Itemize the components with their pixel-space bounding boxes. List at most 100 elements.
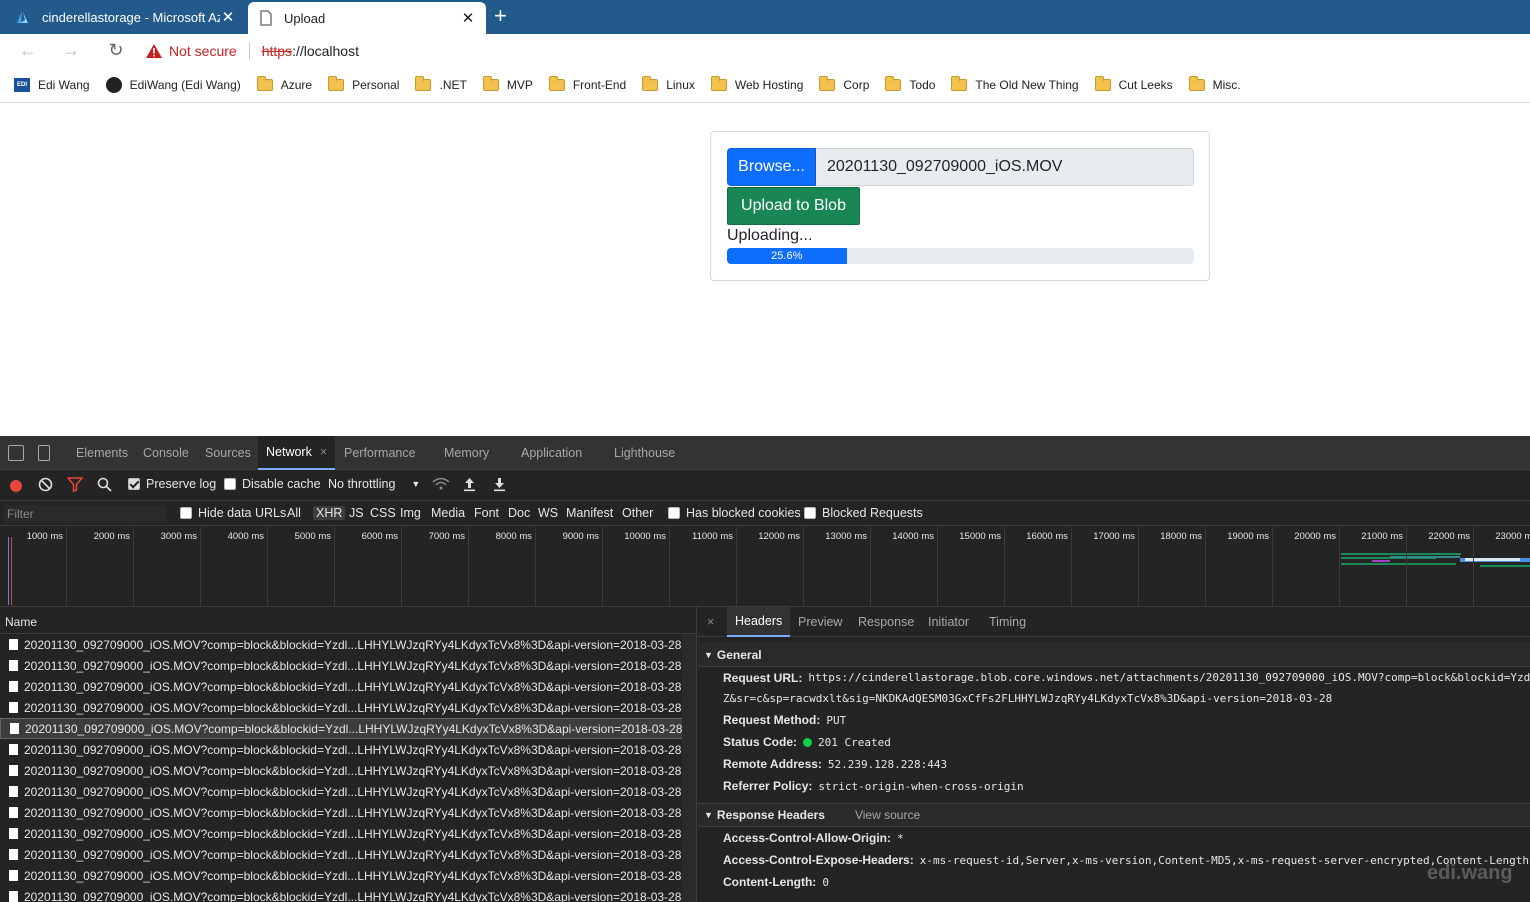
- bookmark-folder-linux[interactable]: Linux: [642, 75, 695, 92]
- request-row[interactable]: 20201130_092709000_iOS.MOV?comp=block&bl…: [0, 760, 696, 781]
- export-har-button[interactable]: [493, 477, 506, 492]
- device-toolbar-icon[interactable]: [38, 445, 50, 461]
- bookmark-folder-front-end[interactable]: Front-End: [548, 75, 626, 92]
- browser-tab-upload[interactable]: Upload ✕: [248, 2, 486, 34]
- file-input-group[interactable]: Browse... 20201130_092709000_iOS.MOV: [727, 148, 1194, 186]
- request-row[interactable]: 20201130_092709000_iOS.MOV?comp=block&bl…: [0, 802, 696, 823]
- blocked-requests-checkbox[interactable]: Blocked Requests: [804, 506, 923, 520]
- browser-tab-azure[interactable]: cinderellastorage - Microsoft Az ✕: [6, 0, 246, 34]
- selected-file-name[interactable]: 20201130_092709000_iOS.MOV: [816, 148, 1194, 186]
- devtools-tab-network[interactable]: Network ×: [258, 436, 336, 470]
- devtools-tab-elements[interactable]: Elements: [76, 436, 128, 470]
- devtools-tab-performance[interactable]: Performance: [344, 436, 416, 470]
- request-row[interactable]: 20201130_092709000_iOS.MOV?comp=block&bl…: [0, 844, 696, 865]
- hide-data-urls-checkbox[interactable]: Hide data URLs: [180, 506, 286, 520]
- filter-input[interactable]: Filter: [4, 505, 167, 523]
- request-row[interactable]: 20201130_092709000_iOS.MOV?comp=block&bl…: [0, 718, 696, 739]
- bookmark-github[interactable]: EdiWang (Edi Wang): [105, 76, 241, 93]
- bookmark-folder-todo[interactable]: Todo: [885, 75, 935, 92]
- close-tab-icon[interactable]: ✕: [460, 9, 476, 27]
- clear-button[interactable]: [38, 477, 53, 492]
- timeline-tick-label: 18000 ms: [1160, 531, 1202, 542]
- type-filter-js[interactable]: JS: [349, 506, 364, 520]
- close-tab-icon[interactable]: ✕: [220, 8, 236, 26]
- type-filter-doc[interactable]: Doc: [508, 506, 530, 520]
- bookmark-folder-mvp[interactable]: MVP: [482, 75, 533, 92]
- search-icon: [97, 477, 112, 492]
- type-filter-all[interactable]: All: [287, 506, 301, 520]
- security-indicator[interactable]: Not secure: [145, 43, 237, 59]
- type-filter-ws[interactable]: WS: [538, 506, 558, 520]
- bookmark-folder-misc[interactable]: Misc.: [1188, 75, 1241, 92]
- detail-tab-preview[interactable]: Preview: [798, 607, 842, 637]
- browse-button[interactable]: Browse...: [727, 148, 816, 186]
- request-row[interactable]: 20201130_092709000_iOS.MOV?comp=block&bl…: [0, 697, 696, 718]
- request-row[interactable]: 20201130_092709000_iOS.MOV?comp=block&bl…: [0, 739, 696, 760]
- request-row[interactable]: 20201130_092709000_iOS.MOV?comp=block&bl…: [0, 886, 696, 902]
- type-filter-img[interactable]: Img: [400, 506, 421, 520]
- request-row[interactable]: 20201130_092709000_iOS.MOV?comp=block&bl…: [0, 634, 696, 655]
- type-filter-xhr[interactable]: XHR: [313, 506, 346, 520]
- timeline-tick-label: 12000 ms: [758, 531, 800, 542]
- request-row[interactable]: 20201130_092709000_iOS.MOV?comp=block&bl…: [0, 823, 696, 844]
- filter-toggle[interactable]: [67, 477, 83, 492]
- devtools-tab-sources[interactable]: Sources: [205, 436, 251, 470]
- disable-cache-checkbox[interactable]: Disable cache: [224, 477, 321, 491]
- warning-icon: [146, 44, 162, 58]
- inspect-element-icon[interactable]: [8, 445, 24, 461]
- preserve-log-checkbox[interactable]: Preserve log: [128, 477, 216, 491]
- has-blocked-cookies-checkbox[interactable]: Has blocked cookies: [668, 506, 801, 520]
- forward-button[interactable]: →: [60, 40, 82, 61]
- request-row[interactable]: 20201130_092709000_iOS.MOV?comp=block&bl…: [0, 865, 696, 886]
- detail-tab-initiator[interactable]: Initiator: [928, 607, 969, 637]
- bookmark-folder-old-new-thing[interactable]: The Old New Thing: [951, 75, 1079, 92]
- type-filter-manifest[interactable]: Manifest: [566, 506, 613, 520]
- record-button[interactable]: [10, 480, 22, 492]
- type-filter-media[interactable]: Media: [431, 506, 465, 520]
- bookmark-folder-cut-leeks[interactable]: Cut Leeks: [1094, 75, 1173, 92]
- devtools-tab-lighthouse[interactable]: Lighthouse: [614, 436, 675, 470]
- bookmark-folder-personal[interactable]: Personal: [328, 75, 399, 92]
- devtools-tab-application[interactable]: Application: [521, 436, 582, 470]
- timeline-tick-label: 9000 ms: [562, 531, 599, 542]
- detail-tab-response[interactable]: Response: [858, 607, 914, 637]
- bookmark-folder-dotnet[interactable]: .NET: [415, 75, 467, 92]
- tab-title: Upload: [284, 10, 326, 26]
- network-overview-timeline[interactable]: 1000 ms 2000 ms 3000 ms 4000 ms 5000 ms 6000 …: [0, 527, 1530, 607]
- search-button[interactable]: [97, 477, 112, 492]
- type-filter-css[interactable]: CSS: [370, 506, 396, 520]
- view-source-link[interactable]: View source: [855, 808, 920, 822]
- detail-tab-timing[interactable]: Timing: [989, 607, 1026, 637]
- bookmark-label: Edi Wang: [38, 77, 90, 92]
- timeline-gridline: [200, 527, 201, 607]
- bookmark-folder-web-hosting[interactable]: Web Hosting: [710, 75, 803, 92]
- new-tab-button[interactable]: +: [494, 5, 507, 27]
- bookmark-label: .NET: [439, 77, 467, 92]
- bookmark-folder-corp[interactable]: Corp: [819, 75, 869, 92]
- bookmark-folder-azure[interactable]: Azure: [256, 75, 312, 92]
- request-row[interactable]: 20201130_092709000_iOS.MOV?comp=block&bl…: [0, 781, 696, 802]
- request-list-scrollbar[interactable]: [682, 634, 696, 902]
- network-conditions-button[interactable]: [432, 477, 450, 491]
- devtools-tab-console[interactable]: Console: [143, 436, 189, 470]
- detail-tab-headers[interactable]: Headers: [727, 607, 791, 637]
- throttling-select[interactable]: No throttling ▼: [328, 477, 420, 491]
- waterfall-bar: [1372, 560, 1390, 562]
- close-detail-icon[interactable]: ×: [707, 607, 714, 637]
- reload-button[interactable]: ↻: [105, 40, 127, 61]
- import-har-button[interactable]: [463, 477, 476, 492]
- devtools-tab-memory[interactable]: Memory: [444, 436, 489, 470]
- type-filter-font[interactable]: Font: [474, 506, 499, 520]
- name-column-header[interactable]: Name: [0, 607, 696, 634]
- general-section-header[interactable]: ▼ General: [698, 643, 1530, 667]
- back-button[interactable]: ←: [17, 40, 39, 61]
- request-row[interactable]: 20201130_092709000_iOS.MOV?comp=block&bl…: [0, 676, 696, 697]
- type-filter-other[interactable]: Other: [622, 506, 653, 520]
- response-headers-section-header[interactable]: ▼ Response Headers View source: [698, 803, 1530, 827]
- address-bar[interactable]: Not secure https://localhost: [145, 37, 1525, 65]
- close-panel-icon[interactable]: ×: [320, 445, 327, 459]
- upload-to-blob-button[interactable]: Upload to Blob: [727, 187, 860, 225]
- bookmark-edi-wang[interactable]: EDI Edi Wang: [14, 77, 90, 92]
- status-code-row: Status Code: 201 Created: [698, 731, 1530, 753]
- request-row[interactable]: 20201130_092709000_iOS.MOV?comp=block&bl…: [0, 655, 696, 676]
